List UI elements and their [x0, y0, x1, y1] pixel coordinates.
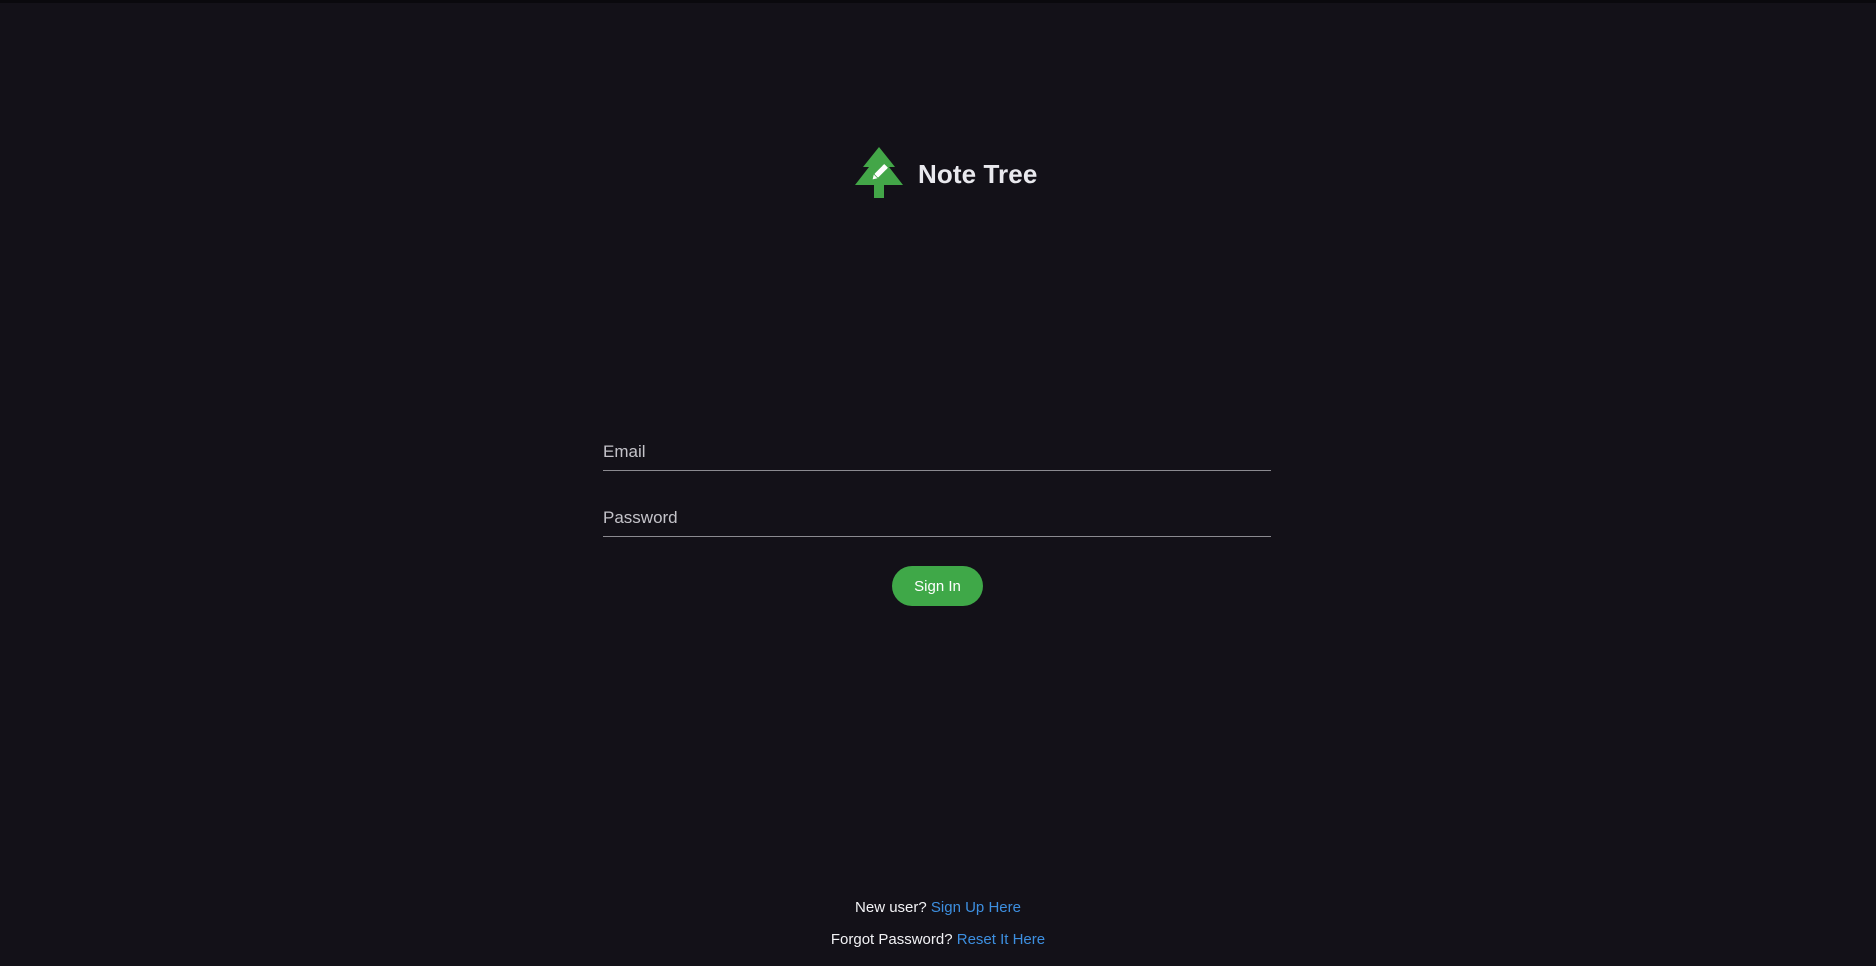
- app-brand: Note Tree: [855, 147, 1037, 201]
- reset-prompt-text: Forgot Password?: [830, 931, 957, 948]
- sign-in-button[interactable]: Sign In: [892, 566, 983, 606]
- password-field-container: [603, 494, 1271, 537]
- signup-prompt-text: New user?: [855, 899, 931, 916]
- pine-tree-pencil-icon: [855, 147, 903, 198]
- reset-password-link[interactable]: Reset It Here: [957, 931, 1045, 948]
- top-edge-bar: [0, 0, 1876, 3]
- reset-prompt-line: Forgot Password? Reset It Here: [0, 931, 1876, 948]
- login-form: Sign In: [603, 428, 1271, 606]
- app-title: Note Tree: [918, 158, 1038, 189]
- password-input[interactable]: [603, 494, 1271, 536]
- email-input[interactable]: [603, 428, 1271, 470]
- email-field-container: [603, 428, 1271, 471]
- signup-prompt-line: New user? Sign Up Here: [0, 899, 1876, 916]
- sign-up-link[interactable]: Sign Up Here: [931, 899, 1021, 916]
